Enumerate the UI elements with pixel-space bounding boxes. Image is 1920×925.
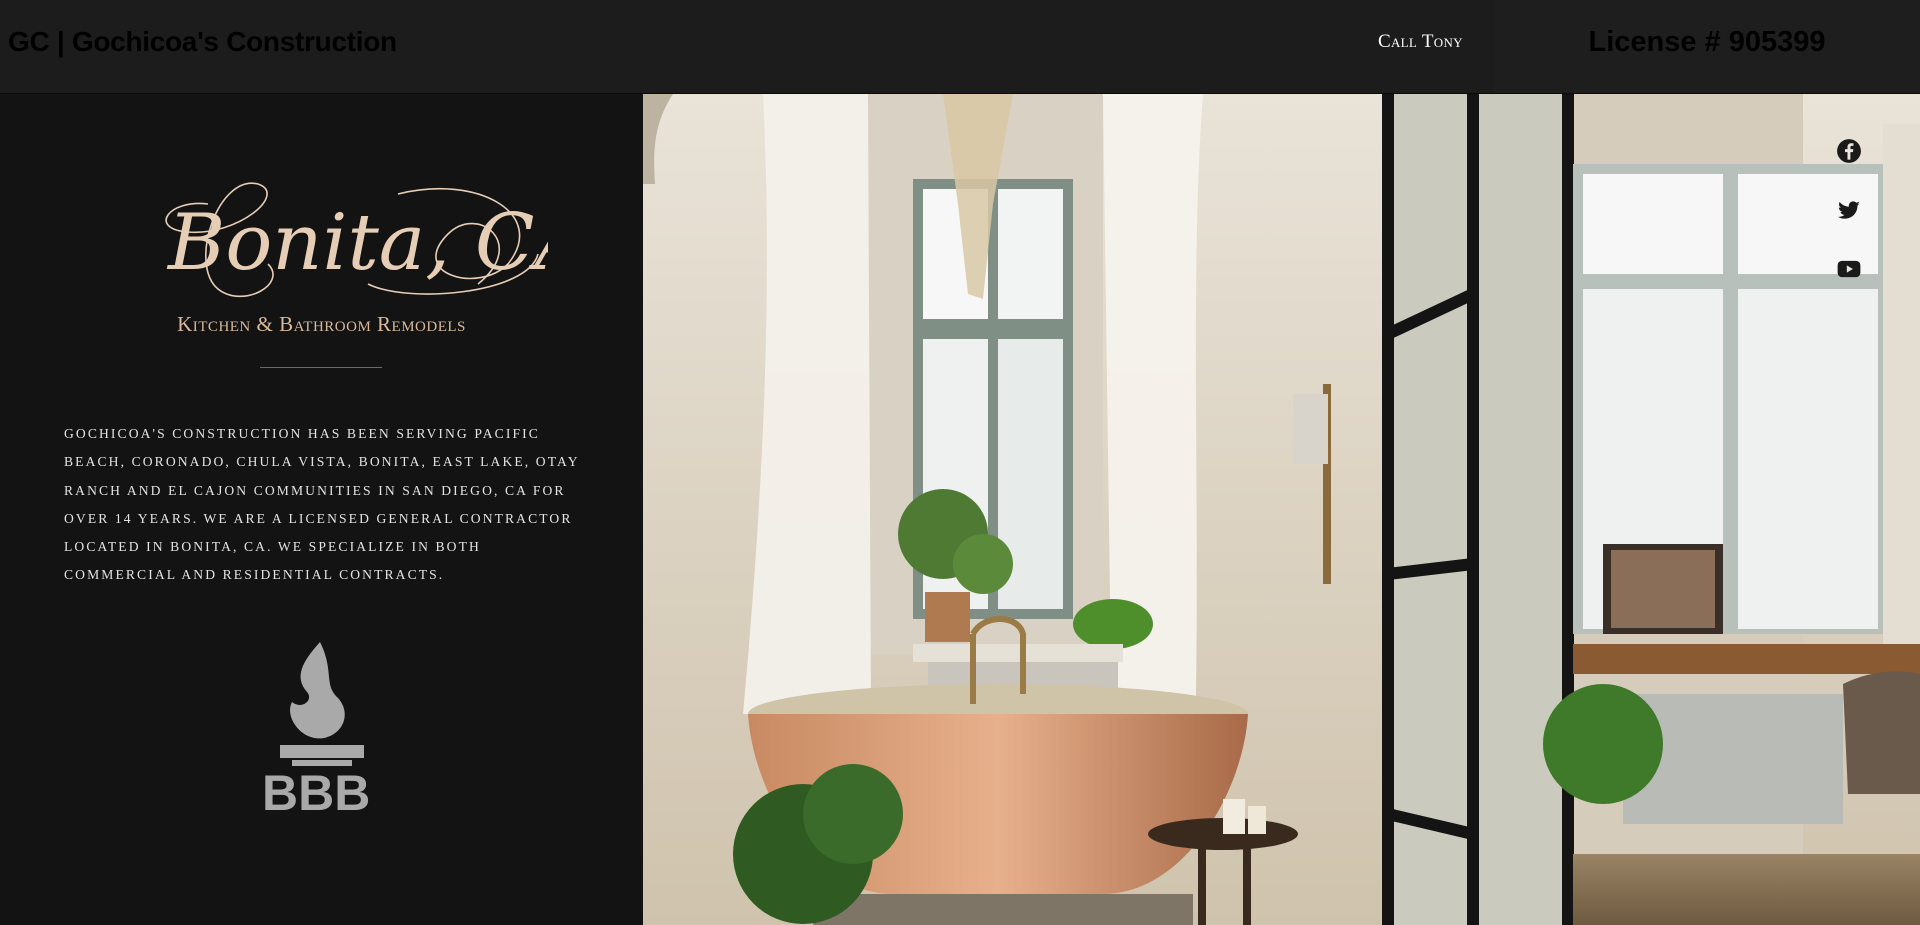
bathroom-image [643,94,1920,925]
logo-script-text: Bonita, CA [166,198,548,288]
facebook-icon[interactable] [1836,138,1862,164]
info-panel: Bonita, CA Kitchen & Bathroom Remodels G… [0,94,643,925]
license-number: License # 905399 [1588,26,1826,58]
twitter-icon[interactable] [1836,197,1862,223]
bbb-text: BBB [262,765,370,817]
site-header: GC | Gochicoa's Construction Call Tony L… [0,0,1920,94]
youtube-icon[interactable] [1836,256,1862,282]
divider [260,367,382,368]
hero-photo [643,94,1920,925]
bonita-ca-logo: Bonita, CA [165,182,548,298]
site-brand[interactable]: GC | Gochicoa's Construction [8,26,397,58]
tagline: Kitchen & Bathroom Remodels [177,312,466,336]
company-description: Gochicoa's Construction has been serving… [64,426,580,583]
call-tony-link[interactable]: Call Tony [1378,31,1463,53]
license-box: License # 905399 [1494,0,1920,93]
bbb-logo[interactable]: BBB [262,642,382,817]
